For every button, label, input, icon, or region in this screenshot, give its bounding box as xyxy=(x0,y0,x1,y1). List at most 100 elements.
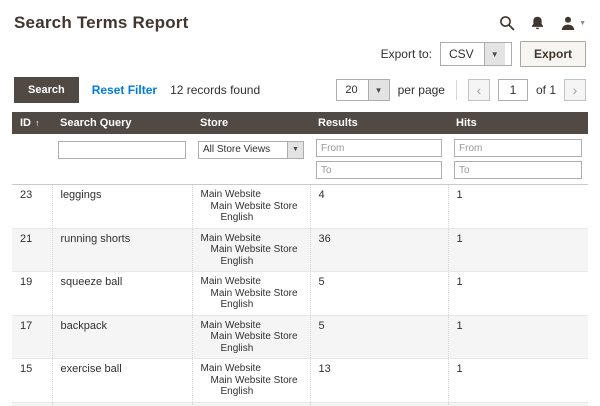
search-terms-grid: ID ↑ Search Query Store Results Hits All … xyxy=(12,112,588,406)
per-page-select[interactable]: 20 ▼ xyxy=(336,79,390,101)
chevron-down-icon: ▼ xyxy=(579,19,586,27)
cell-id: 23 xyxy=(12,184,52,229)
cell-query: yoga mat xyxy=(51,402,192,406)
grid-toolbar: Search Reset Filter 12 records found 20 … xyxy=(0,77,600,112)
chevron-down-icon: ▼ xyxy=(287,141,303,158)
table-row[interactable]: 15 exercise ball Main Website Main Websi… xyxy=(12,358,588,403)
header-icons: ▼ xyxy=(499,13,586,31)
cell-id: 15 xyxy=(12,358,52,403)
store-view: English xyxy=(220,386,254,397)
cell-results: 13 xyxy=(309,358,448,403)
search-query-filter-input[interactable] xyxy=(58,140,186,159)
cell-query: backpack xyxy=(51,315,192,359)
search-button[interactable]: Search xyxy=(14,77,79,103)
store-website: Main Website xyxy=(200,189,261,200)
store-view-filter-select[interactable]: All Store Views ▼ xyxy=(198,140,304,159)
cell-query: squeeze ball xyxy=(51,271,192,316)
store-store: Main Website Store xyxy=(210,200,298,212)
cell-hits: 1 xyxy=(447,402,588,406)
table-row[interactable]: 21 running shorts Main Website Main Webs… xyxy=(12,228,588,272)
cell-hits: 1 xyxy=(447,271,588,316)
cell-hits: 1 xyxy=(447,315,588,359)
cell-hits: 1 xyxy=(447,358,588,403)
column-header-store[interactable]: Store xyxy=(192,112,310,134)
column-header-results[interactable]: Results xyxy=(310,112,448,134)
user-avatar-icon xyxy=(561,16,575,30)
cell-store: Main Website Main Website Store English xyxy=(191,358,310,403)
export-button[interactable]: Export xyxy=(519,41,586,67)
search-icon[interactable] xyxy=(499,15,515,31)
reset-filter-link[interactable]: Reset Filter xyxy=(92,83,157,97)
cell-id: 13 xyxy=(12,402,52,406)
results-from-filter-input[interactable] xyxy=(316,139,442,157)
cell-query: exercise ball xyxy=(51,358,192,403)
filter-cell-id xyxy=(12,134,52,185)
records-found-label: 12 records found xyxy=(170,83,261,97)
table-row[interactable]: 17 backpack Main Website Main Website St… xyxy=(12,315,588,359)
cell-id: 19 xyxy=(12,271,52,316)
page-title: Search Terms Report xyxy=(14,13,189,32)
filter-cell-store: All Store Views ▼ xyxy=(192,134,310,185)
store-view: English xyxy=(220,255,254,267)
export-to-label: Export to: xyxy=(380,47,432,61)
toolbar-left: Search Reset Filter 12 records found xyxy=(14,77,260,103)
store-website: Main Website xyxy=(200,232,261,244)
store-view: English xyxy=(220,299,254,310)
per-page-label: per page xyxy=(397,83,445,97)
page-number-input[interactable] xyxy=(497,79,528,101)
cell-hits: 1 xyxy=(447,184,588,229)
store-store: Main Website Store xyxy=(210,244,298,255)
cell-id: 21 xyxy=(12,228,52,272)
account-menu[interactable]: ▼ xyxy=(560,15,586,31)
cell-store: Main Website Main Website Store English xyxy=(191,184,310,229)
cell-store: Main Website Main Website Store English xyxy=(191,402,310,406)
page-header: Search Terms Report ▼ xyxy=(0,0,600,35)
hits-to-filter-input[interactable] xyxy=(454,161,582,179)
grid-filter-row: All Store Views ▼ xyxy=(12,134,588,185)
hits-from-filter-input[interactable] xyxy=(454,139,582,157)
store-website: Main Website xyxy=(200,363,261,374)
cell-results: 5 xyxy=(309,315,448,359)
export-format-value: CSV xyxy=(448,47,474,61)
toolbar-pagination: 20 ▼ per page ‹ of 1 › xyxy=(336,79,586,101)
previous-page-button[interactable]: ‹ xyxy=(467,79,490,101)
store-store: Main Website Store xyxy=(210,287,298,299)
search-terms-report-page: Search Terms Report ▼ Export to: CSV ▼ E… xyxy=(0,0,600,406)
filter-cell-results xyxy=(310,134,448,185)
chevron-down-icon: ▼ xyxy=(367,80,389,100)
results-to-filter-input[interactable] xyxy=(316,161,442,179)
store-store: Main Website Store xyxy=(210,331,298,342)
export-row: Export to: CSV ▼ Export xyxy=(0,35,600,77)
store-view: English xyxy=(220,212,254,223)
cell-results: 5 xyxy=(309,271,448,316)
export-format-select[interactable]: CSV ▼ xyxy=(439,42,512,66)
cell-query: running shorts xyxy=(51,228,192,272)
cell-store: Main Website Main Website Store English xyxy=(191,271,310,316)
table-row[interactable]: 13 yoga mat Main Website Main Website St… xyxy=(12,402,588,406)
cell-store: Main Website Main Website Store English xyxy=(191,228,310,272)
cell-results: 49 xyxy=(309,402,448,406)
table-row[interactable]: 19 squeeze ball Main Website Main Websit… xyxy=(12,271,588,316)
store-store: Main Website Store xyxy=(210,374,298,386)
next-page-button[interactable]: › xyxy=(564,79,586,101)
column-header-hits[interactable]: Hits xyxy=(448,112,588,134)
store-view-filter-value: All Store Views xyxy=(203,144,271,155)
chevron-down-icon: ▼ xyxy=(483,43,505,65)
per-page-value: 20 xyxy=(345,84,358,96)
cell-hits: 1 xyxy=(447,228,588,272)
table-row[interactable]: 23 leggings Main Website Main Website St… xyxy=(12,184,588,229)
divider xyxy=(455,80,457,100)
store-website: Main Website xyxy=(200,319,261,331)
column-header-search-query[interactable]: Search Query xyxy=(52,112,192,134)
cell-id: 17 xyxy=(12,315,52,359)
column-header-id[interactable]: ID ↑ xyxy=(12,112,52,134)
filter-cell-hits xyxy=(448,134,588,185)
store-website: Main Website xyxy=(200,276,261,287)
store-view: English xyxy=(220,342,254,354)
cell-store: Main Website Main Website Store English xyxy=(191,315,310,359)
filter-cell-query xyxy=(52,134,192,185)
grid-header-row: ID ↑ Search Query Store Results Hits xyxy=(12,112,588,134)
page-of-label: of 1 xyxy=(535,83,556,97)
notifications-bell-icon[interactable] xyxy=(530,15,545,31)
cell-results: 4 xyxy=(309,184,448,229)
